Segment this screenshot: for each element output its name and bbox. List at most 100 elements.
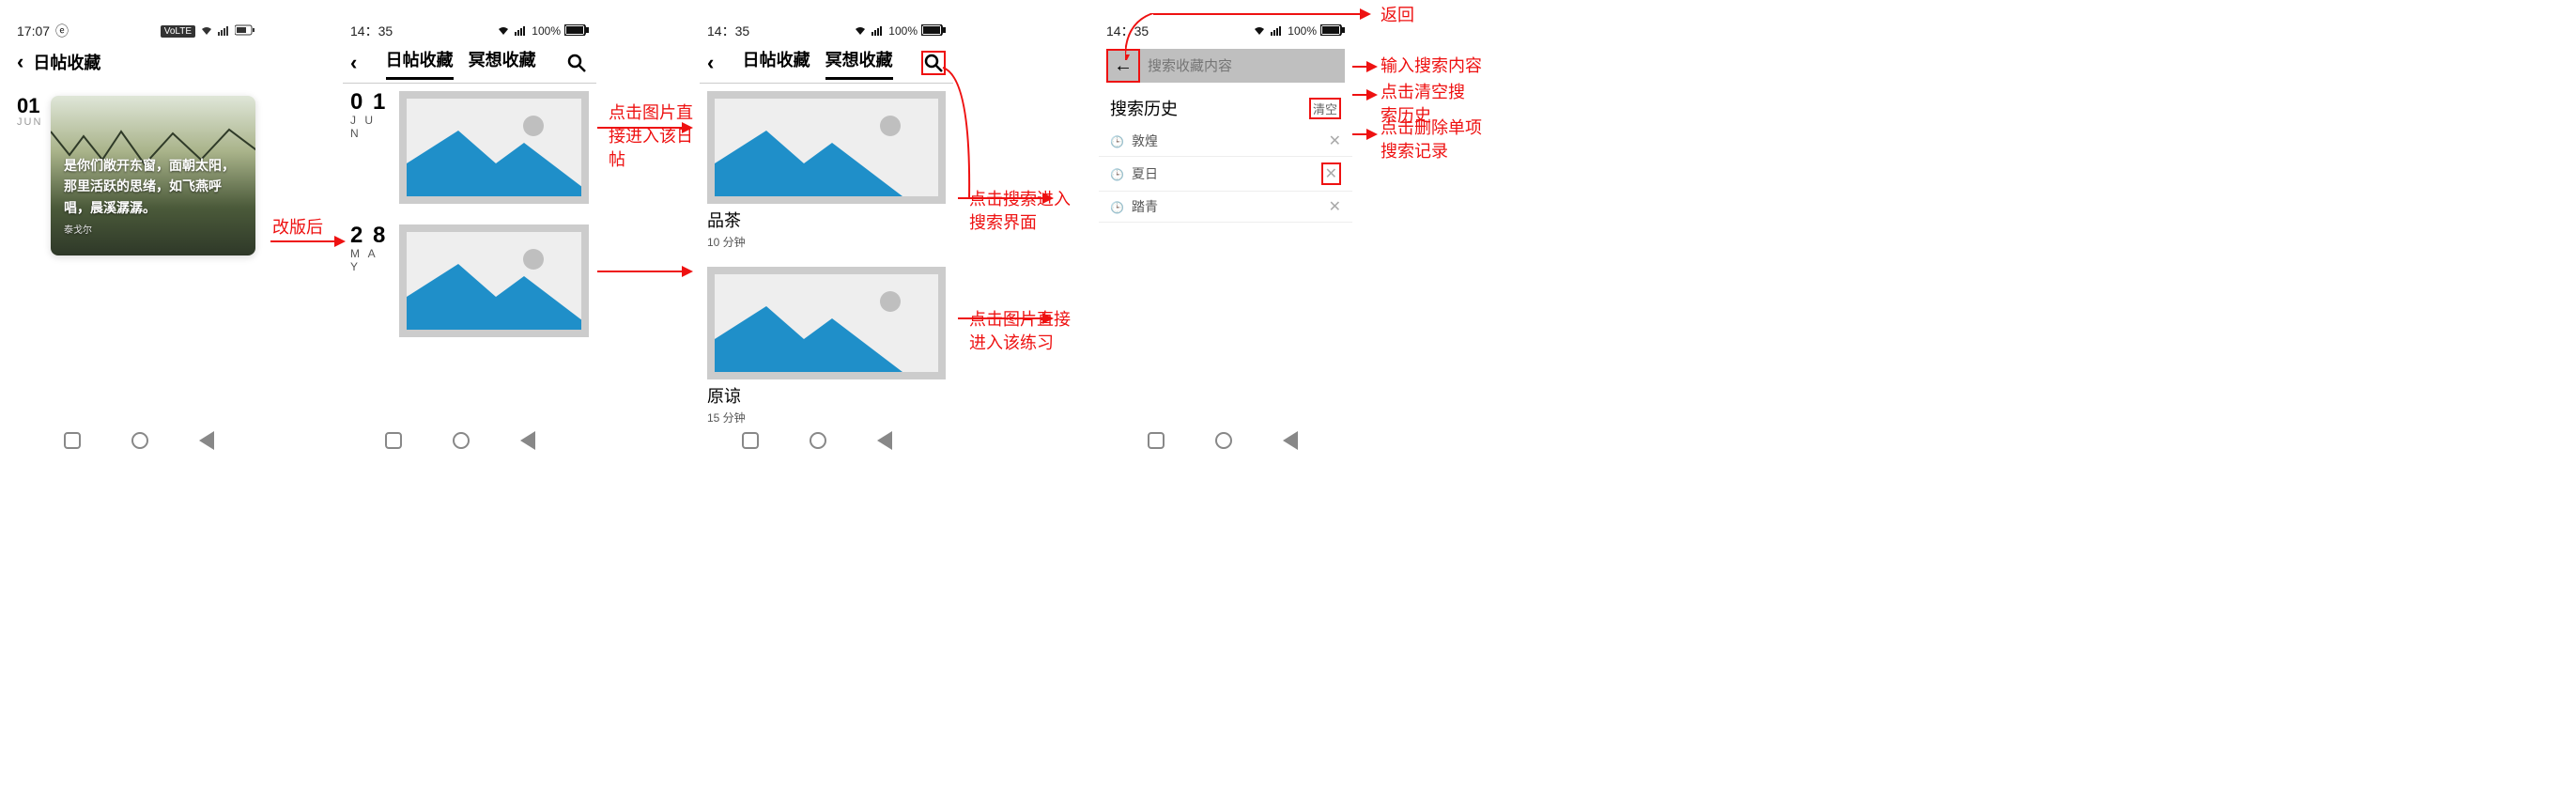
arrow-icon [597, 271, 691, 272]
tab-header: ‹ 日帖收藏 冥想收藏 [700, 43, 953, 83]
battery-icon [921, 23, 946, 39]
post-month: M A Y [350, 247, 390, 273]
nav-recent-icon[interactable] [64, 432, 81, 449]
clock-icon [1110, 166, 1124, 181]
practice-title: 原谅 [707, 383, 946, 408]
nav-recent-icon[interactable] [1148, 432, 1165, 449]
back-button[interactable]: ‹ [707, 51, 714, 75]
clear-history-button[interactable]: 清空 [1309, 98, 1341, 119]
annotation-click-image-practice: 点击图片直接进入该练习 [969, 308, 1082, 355]
history-term: 夏日 [1132, 164, 1158, 183]
annotation-click-search: 点击搜索进入搜索界面 [969, 188, 1082, 235]
practice-title: 品茶 [707, 208, 946, 232]
battery-percent: 100% [888, 24, 918, 38]
history-row[interactable]: 敦煌 ✕ [1099, 126, 1352, 157]
battery-percent: 100% [1288, 24, 1317, 38]
nav-home-icon[interactable] [453, 432, 470, 449]
signal-icon [1271, 23, 1284, 39]
back-button[interactable]: ‹ [350, 51, 357, 75]
signal-icon [218, 23, 231, 39]
wifi-icon [853, 23, 868, 39]
divider [700, 83, 953, 84]
annotation-return: 返回 [1381, 4, 1414, 27]
back-button[interactable]: ‹ [17, 50, 23, 74]
search-input[interactable] [1140, 58, 1345, 74]
battery-icon [1320, 23, 1345, 39]
status-bar: 14：35 100% [700, 19, 953, 43]
arrow-icon [1352, 94, 1376, 96]
practice-image-placeholder[interactable] [707, 267, 946, 379]
clock-time: 14：35 [350, 22, 393, 40]
wifi-icon [1252, 23, 1267, 39]
nav-home-icon[interactable] [810, 432, 826, 449]
annotation-revised: 改版后 [272, 216, 323, 240]
post-month: J U N [350, 114, 390, 140]
divider [343, 83, 596, 84]
android-navbar [742, 431, 892, 450]
post-month: JUN [17, 116, 51, 128]
nav-back-icon[interactable] [520, 431, 535, 450]
status-bar: 14：35 100% [343, 19, 596, 43]
status-bar: 17:07 ⓔ VoLTE [9, 19, 263, 43]
search-icon[interactable] [564, 51, 589, 75]
post-author: 泰戈尔 [64, 224, 242, 239]
arrow-icon [1153, 13, 1369, 15]
post-row: 0 1 J U N [350, 91, 589, 204]
clock-icon [1110, 133, 1124, 148]
post-day: 0 1 [350, 91, 390, 114]
signal-icon [872, 23, 885, 39]
volte-badge: VoLTE [161, 25, 195, 38]
tab-meditation[interactable]: 冥想收藏 [469, 47, 536, 80]
delete-history-item[interactable]: ✕ [1329, 132, 1341, 150]
header: ‹ 日帖收藏 [9, 43, 263, 81]
nav-recent-icon[interactable] [742, 432, 759, 449]
practice-duration: 15 分钟 [707, 410, 946, 425]
nav-back-icon[interactable] [199, 431, 214, 450]
nav-recent-icon[interactable] [385, 432, 402, 449]
arrow-icon [943, 68, 971, 209]
search-history-title: 搜索历史 [1110, 96, 1178, 120]
delete-history-item[interactable]: ✕ [1321, 162, 1341, 185]
daily-post-card[interactable]: 是你们敞开东窗，面朝太阳，那里活跃的思绪，如飞燕呼唱，晨溪潺潺。 泰戈尔 [51, 96, 255, 255]
nav-back-icon[interactable] [1283, 431, 1298, 450]
wifi-icon [496, 23, 511, 39]
battery-icon [564, 23, 589, 39]
practice-duration: 10 分钟 [707, 234, 946, 250]
annotation-click-image-daily: 点击图片直接进入该日帖 [609, 101, 702, 173]
history-term: 敦煌 [1132, 132, 1158, 150]
battery-percent: 100% [532, 24, 561, 38]
status-extra: ⓔ [55, 22, 69, 40]
history-row[interactable]: 夏日 ✕ [1099, 157, 1352, 192]
tab-daily[interactable]: 日帖收藏 [386, 47, 454, 80]
post-row: 2 8 M A Y [350, 224, 589, 337]
arrow-icon [270, 240, 344, 242]
practice-image-placeholder[interactable] [707, 91, 946, 204]
history-term: 踏青 [1132, 197, 1158, 216]
android-navbar [64, 431, 214, 450]
battery-icon [235, 23, 255, 39]
post-image-placeholder[interactable] [399, 91, 589, 204]
nav-home-icon[interactable] [1215, 432, 1232, 449]
wifi-icon [199, 23, 214, 39]
post-caption: 是你们敞开东窗，面朝太阳，那里活跃的思绪，如飞燕呼唱，晨溪潺潺。 泰戈尔 [64, 155, 242, 239]
android-navbar [385, 431, 535, 450]
nav-home-icon[interactable] [131, 432, 148, 449]
tab-header: ‹ 日帖收藏 冥想收藏 [343, 43, 596, 83]
clock-time: 17:07 [17, 23, 50, 39]
clock-icon [1110, 199, 1124, 214]
signal-icon [515, 23, 528, 39]
arrow-icon [1125, 13, 1153, 60]
nav-back-icon[interactable] [877, 431, 892, 450]
delete-history-item[interactable]: ✕ [1329, 197, 1341, 216]
post-day: 2 8 [350, 224, 390, 247]
tab-meditation[interactable]: 冥想收藏 [825, 47, 893, 80]
post-day: 01 [17, 96, 51, 116]
post-image-placeholder[interactable] [399, 224, 589, 337]
clock-time: 14：35 [707, 22, 749, 40]
tab-daily[interactable]: 日帖收藏 [743, 47, 810, 80]
arrow-icon [1352, 66, 1376, 68]
arrow-icon [1352, 133, 1376, 135]
page-title: 日帖收藏 [33, 50, 100, 74]
annotation-click-delete: 点击删除单项搜索记录 [1381, 116, 1484, 163]
history-row[interactable]: 踏青 ✕ [1099, 192, 1352, 223]
